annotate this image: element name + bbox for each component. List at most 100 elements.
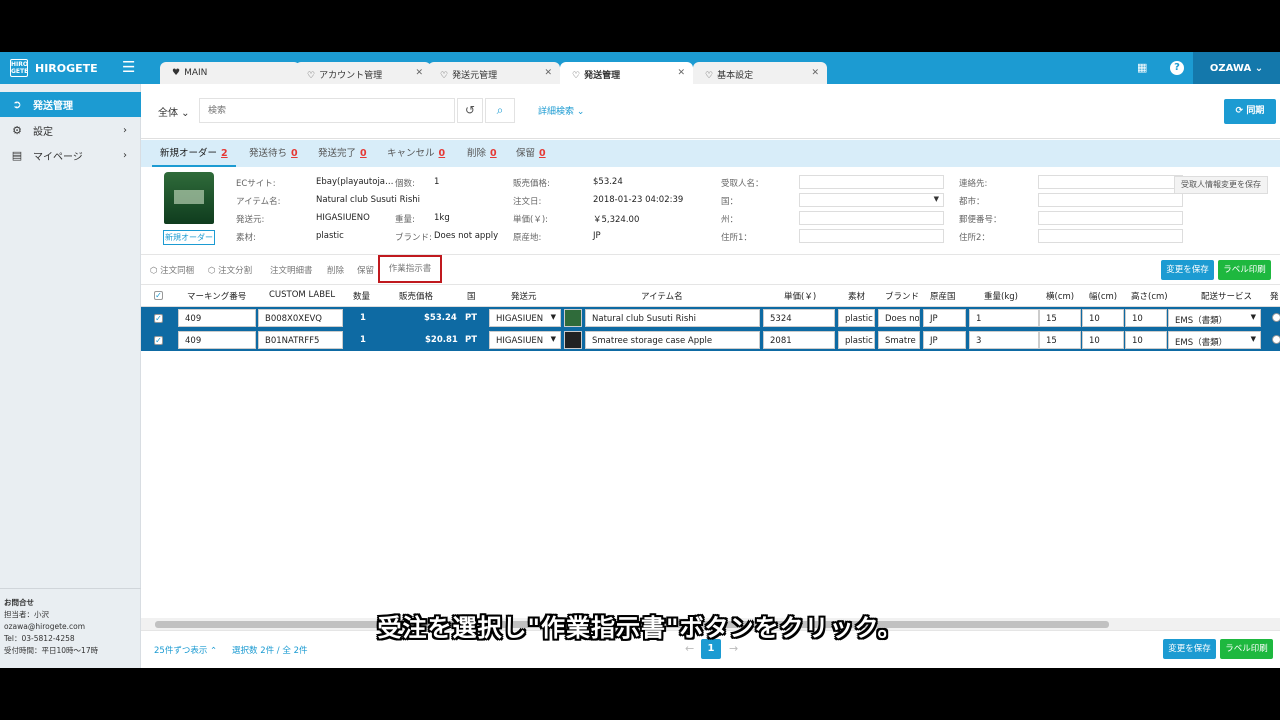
help-icon[interactable]: ? <box>1170 61 1184 75</box>
search-input[interactable] <box>199 98 455 123</box>
service-select[interactable]: EMS（書類） <box>1168 331 1261 349</box>
unit-price-field[interactable]: 5324 <box>763 309 835 327</box>
marking-field[interactable]: 409 <box>178 331 256 349</box>
item-name-field[interactable]: Natural club Susuti Rishi <box>585 309 760 327</box>
sidebar-item-settings[interactable]: ⚙ 設定 › <box>0 118 141 143</box>
per-page-select[interactable]: 25件ずつ表示 ⌃ <box>154 644 217 656</box>
close-icon[interactable]: ✕ <box>544 68 552 78</box>
marking-field[interactable]: 409 <box>178 309 256 327</box>
user-menu[interactable]: OZAWA ⌄ <box>1193 52 1280 84</box>
height-field[interactable]: 10 <box>1125 331 1167 349</box>
brand-field[interactable]: Does no <box>878 309 920 327</box>
video-caption: 受注を選択し"作業指示書"ボタンをクリック。 <box>377 614 903 642</box>
save-recipient-button[interactable]: 受取人情報変更を保存 <box>1174 176 1268 194</box>
address2-field[interactable] <box>1038 229 1183 243</box>
city-field[interactable] <box>1038 193 1183 207</box>
label-material: 素材: <box>236 233 256 243</box>
merge-button[interactable]: ⬡ 注文同梱 <box>150 264 194 276</box>
tab-hold[interactable]: 保留 0 <box>516 140 546 167</box>
row-checkbox[interactable]: ✓ <box>154 336 163 345</box>
boxes-icon: ⬡ <box>208 266 219 276</box>
tab-account[interactable]: ♡ アカウント管理 ✕ <box>295 62 431 84</box>
close-icon[interactable]: ✕ <box>677 68 685 78</box>
label-country-of-origin: 原産地: <box>513 233 542 243</box>
filter-select[interactable]: 全体 ⌄ <box>152 98 202 122</box>
depth-field[interactable]: 10 <box>1082 309 1124 327</box>
selection-count: 選択数 2件 / 全 2件 <box>232 646 308 656</box>
print-label-button[interactable]: ラベル印刷 <box>1218 260 1271 280</box>
work-order-button[interactable]: 作業指示書 <box>378 255 442 283</box>
table-row[interactable]: ✓ 409 B01NATRFF5 1 $20.81 PT HIGASIUEN S… <box>141 329 1280 351</box>
tab-shipped[interactable]: 発送完了 0 <box>318 140 367 167</box>
brand-field[interactable]: Smatre <box>878 331 920 349</box>
statement-button[interactable]: 注文明細書 <box>270 264 313 276</box>
tab-awaiting[interactable]: 発送待ち 0 <box>249 140 298 167</box>
close-icon[interactable]: ✕ <box>811 68 819 78</box>
save-changes-button[interactable]: 変更を保存 <box>1161 260 1214 280</box>
tab-shipping[interactable]: ♡ 発送管理 ✕ <box>560 62 693 84</box>
prev-page-icon[interactable]: ← <box>685 642 694 655</box>
tab-new-orders[interactable]: 新規オーダー 2 <box>152 140 236 167</box>
tab-label: 新規オーダー <box>160 148 218 159</box>
width-field[interactable]: 15 <box>1039 331 1081 349</box>
value-order-date: 2018-01-23 04:02:39 <box>593 195 684 205</box>
delete-button[interactable]: 削除 <box>327 264 344 276</box>
weight-field[interactable]: 1 <box>969 309 1039 327</box>
status-button[interactable]: 新規オーダー <box>163 230 215 245</box>
heart-icon: ♥ <box>172 68 181 78</box>
label-city: 都市： <box>959 197 985 207</box>
tab-deleted[interactable]: 削除 0 <box>467 140 497 167</box>
tab-origin[interactable]: ♡ 発送元管理 ✕ <box>428 62 560 84</box>
tab-main[interactable]: ♥ MAIN <box>160 62 300 84</box>
brand[interactable]: HIRO GETE HIROGETE <box>0 52 141 84</box>
width-field[interactable]: 15 <box>1039 309 1081 327</box>
height-field[interactable]: 10 <box>1125 309 1167 327</box>
heart-outline-icon: ♡ <box>572 71 581 81</box>
coo-field[interactable]: JP <box>923 331 966 349</box>
state-field[interactable] <box>799 211 944 225</box>
coo-field[interactable]: JP <box>923 309 966 327</box>
row-checkbox[interactable]: ✓ <box>154 314 163 323</box>
radio-button[interactable] <box>1272 335 1280 344</box>
hold-button[interactable]: 保留 <box>357 264 374 276</box>
recipient-field[interactable] <box>799 175 944 189</box>
custom-label-field[interactable]: B01NATRFF5 <box>258 331 343 349</box>
custom-label-field[interactable]: B008X0XEVQ <box>258 309 343 327</box>
origin-select[interactable]: HIGASIUEN <box>489 331 561 349</box>
depth-field[interactable]: 10 <box>1082 331 1124 349</box>
select-all-checkbox[interactable]: ✓ <box>154 291 163 300</box>
sidebar-item-shipping[interactable]: ➲ 発送管理 <box>0 92 141 117</box>
tab-label: キャンセル <box>387 148 435 159</box>
next-page-icon[interactable]: → <box>729 642 738 655</box>
search-button[interactable]: ⌕ <box>485 98 515 123</box>
tab-cancelled[interactable]: キャンセル 0 <box>387 140 445 167</box>
unit-price-field[interactable]: 2081 <box>763 331 835 349</box>
tab-basic-settings[interactable]: ♡ 基本設定 ✕ <box>693 62 827 84</box>
table-row[interactable]: ✓ 409 B008X0XEVQ 1 $53.24 PT HIGASIUEN N… <box>141 307 1280 329</box>
advanced-search-link[interactable]: 詳細検索 ⌄ <box>538 104 584 117</box>
radio-button[interactable] <box>1272 313 1280 322</box>
close-icon[interactable]: ✕ <box>415 68 423 78</box>
country-select[interactable] <box>799 193 944 207</box>
header-country: 国 <box>467 292 476 302</box>
country-value: PT <box>465 313 478 323</box>
weight-field[interactable]: 3 <box>969 331 1039 349</box>
box-icon: ⬡ <box>150 266 161 276</box>
count-badge: 2 <box>221 148 228 159</box>
menu-icon[interactable]: ☰ <box>122 60 135 75</box>
sync-button[interactable]: ⟳ 同期 <box>1224 99 1276 124</box>
calendar-icon[interactable]: ▦ <box>1137 61 1147 74</box>
origin-select[interactable]: HIGASIUEN <box>489 309 561 327</box>
reset-button[interactable]: ↺ <box>457 98 483 123</box>
sidebar-item-mypage[interactable]: ▤ マイページ › <box>0 143 141 168</box>
postal-field[interactable] <box>1038 211 1183 225</box>
service-select[interactable]: EMS（書類） <box>1168 309 1261 327</box>
address1-field[interactable] <box>799 229 944 243</box>
item-name-field[interactable]: Smatree storage case Apple <box>585 331 760 349</box>
material-field[interactable]: plastic <box>838 309 875 327</box>
split-button[interactable]: ⬡ 注文分割 <box>208 264 252 276</box>
value-ec-site: Ebay(playautoja… <box>316 177 394 187</box>
header-marking: マーキング番号 <box>187 292 247 302</box>
material-field[interactable]: plastic <box>838 331 875 349</box>
contact-field[interactable] <box>1038 175 1183 189</box>
